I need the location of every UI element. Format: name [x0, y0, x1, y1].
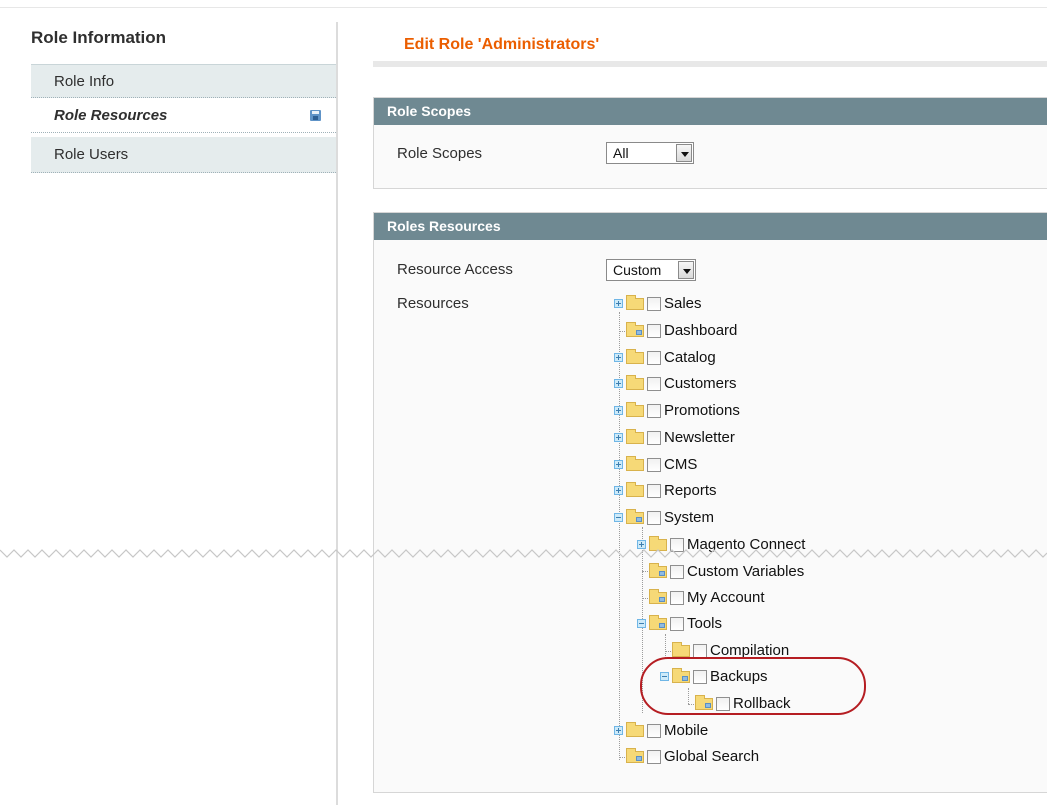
resource-checkbox[interactable] — [693, 644, 707, 658]
folder-icon — [626, 722, 644, 737]
save-icon — [310, 110, 321, 121]
resource-checkbox[interactable] — [670, 591, 684, 605]
tree-node-label: My Account — [687, 589, 765, 606]
expand-icon[interactable] — [614, 486, 623, 495]
resource-checkbox[interactable] — [647, 297, 661, 311]
resource-checkbox[interactable] — [647, 458, 661, 472]
resource-access-select[interactable]: Custom — [606, 259, 696, 281]
tree-node-label: Dashboard — [664, 322, 738, 339]
folder-leaf-icon — [626, 322, 644, 337]
sidebar-item-label: Role Resources — [54, 107, 168, 124]
chevron-down-icon — [678, 261, 694, 279]
resource-access-label: Resource Access — [397, 261, 513, 278]
resource-checkbox[interactable] — [647, 511, 661, 525]
expand-icon[interactable] — [614, 460, 623, 469]
folder-icon — [626, 295, 644, 310]
expand-icon[interactable] — [614, 433, 623, 442]
tree-node-label: Newsletter — [664, 429, 735, 446]
resource-checkbox[interactable] — [647, 484, 661, 498]
sidebar-item-role-resources[interactable]: Role Resources — [31, 99, 336, 133]
tree-node-label: Custom Variables — [687, 563, 805, 580]
sidebar-item-role-info[interactable]: Role Info — [31, 64, 336, 98]
folder-icon — [626, 402, 644, 417]
tree-node-label: Mobile — [664, 722, 709, 739]
expand-icon[interactable] — [614, 299, 623, 308]
tree-node-label: Customers — [664, 375, 737, 392]
tree-node-label: CMS — [664, 456, 698, 473]
expand-icon[interactable] — [614, 353, 623, 362]
section-header: Role Scopes — [374, 98, 1047, 125]
folder-leaf-icon — [626, 509, 644, 524]
folder-icon — [626, 375, 644, 390]
sidebar-item-role-users[interactable]: Role Users — [31, 137, 336, 173]
resource-checkbox[interactable] — [647, 377, 661, 391]
sidebar-item-label: Role Info — [54, 73, 115, 90]
folder-leaf-icon — [626, 748, 644, 763]
sidebar-item-label: Role Users — [54, 146, 129, 163]
folder-icon — [626, 429, 644, 444]
sidebar-title: Role Information — [31, 28, 167, 47]
sidebar-divider — [336, 22, 338, 805]
highlight-ring — [640, 657, 866, 715]
resource-checkbox[interactable] — [647, 324, 661, 338]
resource-checkbox[interactable] — [647, 351, 661, 365]
resource-checkbox[interactable] — [647, 750, 661, 764]
role-scopes-select[interactable]: All — [606, 142, 694, 164]
tree-node-label: Promotions — [664, 402, 740, 419]
role-scopes-section: Role Scopes — [373, 97, 1047, 189]
tree-node-label: Sales — [664, 295, 702, 312]
expand-icon[interactable] — [614, 726, 623, 735]
tree-guide-tools — [665, 634, 666, 658]
resource-checkbox[interactable] — [670, 565, 684, 579]
chevron-down-icon — [676, 144, 692, 162]
torn-edge-divider — [0, 549, 1047, 558]
folder-leaf-icon — [649, 589, 667, 604]
folder-leaf-icon — [649, 615, 667, 630]
collapse-icon[interactable] — [637, 619, 646, 628]
folder-icon — [672, 642, 690, 657]
page-title: Edit Role 'Administrators' — [404, 36, 600, 53]
resource-checkbox[interactable] — [670, 617, 684, 631]
tree-node-label: Tools — [687, 615, 723, 632]
tree-node-label: Catalog — [664, 349, 716, 366]
tree-node-label: Reports — [664, 482, 717, 499]
title-rule — [373, 61, 1047, 67]
tree-node-label: Global Search — [664, 748, 760, 765]
resources-label: Resources — [397, 295, 469, 312]
folder-icon — [626, 349, 644, 364]
resource-access-value: Custom — [613, 262, 662, 278]
role-scopes-label: Role Scopes — [397, 145, 483, 162]
resource-checkbox[interactable] — [647, 431, 661, 445]
collapse-icon[interactable] — [614, 513, 623, 522]
folder-icon — [626, 456, 644, 471]
top-divider — [0, 7, 1047, 8]
resource-checkbox[interactable] — [647, 404, 661, 418]
tree-node-label: System — [664, 509, 715, 526]
section-header: Roles Resources — [374, 213, 1047, 240]
expand-icon[interactable] — [614, 406, 623, 415]
resource-checkbox[interactable] — [647, 724, 661, 738]
expand-icon[interactable] — [614, 379, 623, 388]
folder-leaf-icon — [649, 563, 667, 578]
folder-icon — [626, 482, 644, 497]
role-scopes-value: All — [613, 145, 629, 161]
